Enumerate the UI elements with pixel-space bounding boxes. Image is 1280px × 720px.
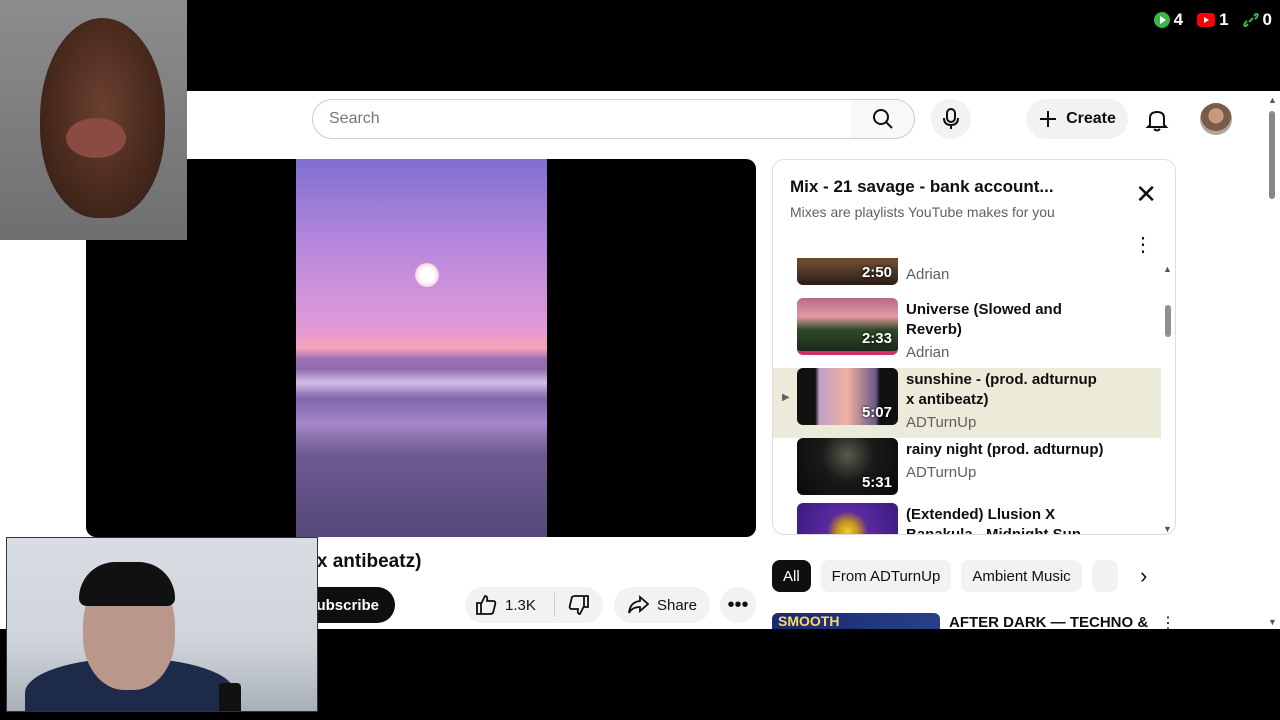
duration-badge: 5:31	[861, 474, 892, 491]
microphone-icon	[943, 108, 959, 129]
duration-badge: 2:50	[861, 264, 892, 281]
thumbs-down-icon	[568, 595, 589, 615]
webcam-person-mouth	[66, 118, 126, 158]
close-icon[interactable]: ✕	[1135, 181, 1157, 207]
link-icon	[1242, 12, 1259, 28]
playlist-scrollbar[interactable]: ▲ ▼	[1161, 258, 1175, 534]
more-actions-button[interactable]: •••	[720, 587, 756, 623]
video-title: p x antibeatz)	[300, 551, 422, 572]
dislike-button[interactable]	[555, 594, 603, 616]
playlist-item[interactable]: 2:33 Universe (Slowed and Reverb) Adrian	[773, 298, 1161, 364]
webcam-overlay-bottom	[6, 537, 318, 712]
plus-icon	[1040, 111, 1057, 127]
scroll-down-arrow-icon[interactable]: ▼	[1163, 524, 1172, 534]
webcam-person-cap	[79, 562, 175, 606]
playlist-item-now-playing[interactable]: ▶ 5:07 sunshine - (prod. adturnup x anti…	[773, 368, 1161, 438]
stat-youtube-value: 1	[1219, 10, 1229, 29]
playlist-channel: ADTurnUp	[906, 464, 977, 481]
thumbs-up-icon	[476, 595, 497, 615]
webcam-overlay-top	[0, 0, 187, 240]
stat-play-value: 4	[1173, 10, 1184, 29]
playlist-item-title: sunshine - (prod. adturnup x antibeatz)	[906, 371, 1097, 408]
search-input[interactable]: Search	[312, 99, 852, 139]
playlist-item-title: rainy night (prod. adturnup)	[906, 441, 1104, 458]
filter-chips: All From ADTurnUp Ambient Music	[772, 560, 1118, 592]
stat-link: 0	[1242, 10, 1272, 30]
now-playing-indicator-icon: ▶	[782, 392, 790, 403]
search-button[interactable]	[851, 99, 915, 139]
playlist-channel: Adrian	[906, 344, 950, 361]
playlist-thumbnail: 5:07	[797, 368, 898, 425]
share-arrow-icon	[628, 595, 649, 614]
page-scroll-up-icon[interactable]: ▲	[1268, 95, 1277, 105]
duration-badge: 2:33	[861, 330, 892, 347]
stream-stats: 4 1 0	[1153, 10, 1272, 30]
playlist-item-title: (Extended) Llusion X Banakula - Midnight…	[906, 506, 1094, 535]
scroll-up-arrow-icon[interactable]: ▲	[1163, 264, 1172, 274]
recommendation-title[interactable]: AFTER DARK — TECHNO &	[949, 614, 1148, 629]
like-button[interactable]: 1.3K	[465, 593, 555, 617]
play-icon	[1153, 12, 1170, 28]
playlist-item-title: Universe (Slowed and Reverb)	[906, 301, 1062, 338]
playlist-channel: Adrian	[906, 266, 950, 283]
share-button[interactable]: Share	[614, 587, 710, 623]
wave-foam	[296, 369, 547, 399]
recommendation-thumbnail[interactable]: SMOOTH	[772, 613, 940, 629]
search-placeholder: Search	[329, 110, 380, 127]
playlist-scroll-thumb[interactable]	[1165, 305, 1171, 337]
search-icon	[872, 109, 893, 129]
chip-ambient-music[interactable]: Ambient Music	[961, 560, 1082, 592]
playlist-thumbnail: 2:33	[797, 298, 898, 355]
chip-partial[interactable]	[1091, 560, 1118, 592]
chip-all[interactable]: All	[772, 560, 811, 592]
playlist-thumbnail: 2:50	[797, 258, 898, 285]
webcam-microphone	[219, 683, 241, 711]
create-button[interactable]: Create	[1026, 99, 1128, 139]
playlist-thumbnail: 5:31	[797, 438, 898, 495]
share-label: Share	[656, 596, 698, 614]
video-frame-sunset	[296, 159, 547, 537]
sun	[415, 263, 439, 287]
page-scroll-thumb[interactable]	[1269, 111, 1275, 199]
playlist-subtitle: Mixes are playlists YouTube makes for yo…	[790, 204, 1055, 220]
stat-youtube: 1	[1197, 10, 1229, 30]
playlist-channel: ADTurnUp	[906, 414, 977, 431]
playlist-panel: Mix - 21 savage - bank account... Mixes …	[772, 159, 1176, 535]
voice-search-button[interactable]	[931, 99, 971, 139]
playlist-item[interactable]: 5:31 rainy night (prod. adturnup) ADTurn…	[773, 438, 1161, 504]
notifications-bell-icon[interactable]	[1144, 107, 1170, 133]
stat-play: 4	[1153, 10, 1184, 30]
screen: 4 1 0 Search Create p x antibeatz) ubscr…	[0, 0, 1280, 720]
youtube-icon	[1197, 13, 1216, 27]
stat-link-value: 0	[1262, 10, 1272, 29]
like-count: 1.3K	[505, 596, 536, 614]
more-vertical-icon[interactable]: ⋮	[1133, 232, 1153, 257]
chip-from-adturnup[interactable]: From ADTurnUp	[820, 560, 952, 592]
page-scrollbar[interactable]: ▲ ▼	[1264, 91, 1280, 629]
recommendation-more-icon[interactable]: ⋮	[1160, 613, 1176, 629]
more-horizontal-icon: •••	[727, 593, 749, 616]
playlist-item[interactable]: (Extended) Llusion X Banakula - Midnight…	[773, 503, 1161, 535]
page-scroll-down-icon[interactable]: ▼	[1268, 617, 1277, 627]
create-label: Create	[1066, 110, 1116, 127]
playlist-items: 2:50 Adrian 2:33 Universe (Slowed and Re…	[773, 258, 1161, 535]
playlist-thumbnail	[797, 503, 898, 534]
account-avatar[interactable]	[1200, 103, 1232, 135]
playlist-item[interactable]: 2:50 Adrian	[773, 258, 1161, 294]
playlist-title[interactable]: Mix - 21 savage - bank account...	[790, 177, 1054, 197]
chevron-right-icon[interactable]: ›	[1140, 563, 1147, 589]
duration-badge: 5:07	[861, 404, 892, 421]
like-dislike-group: 1.3K	[465, 587, 603, 623]
